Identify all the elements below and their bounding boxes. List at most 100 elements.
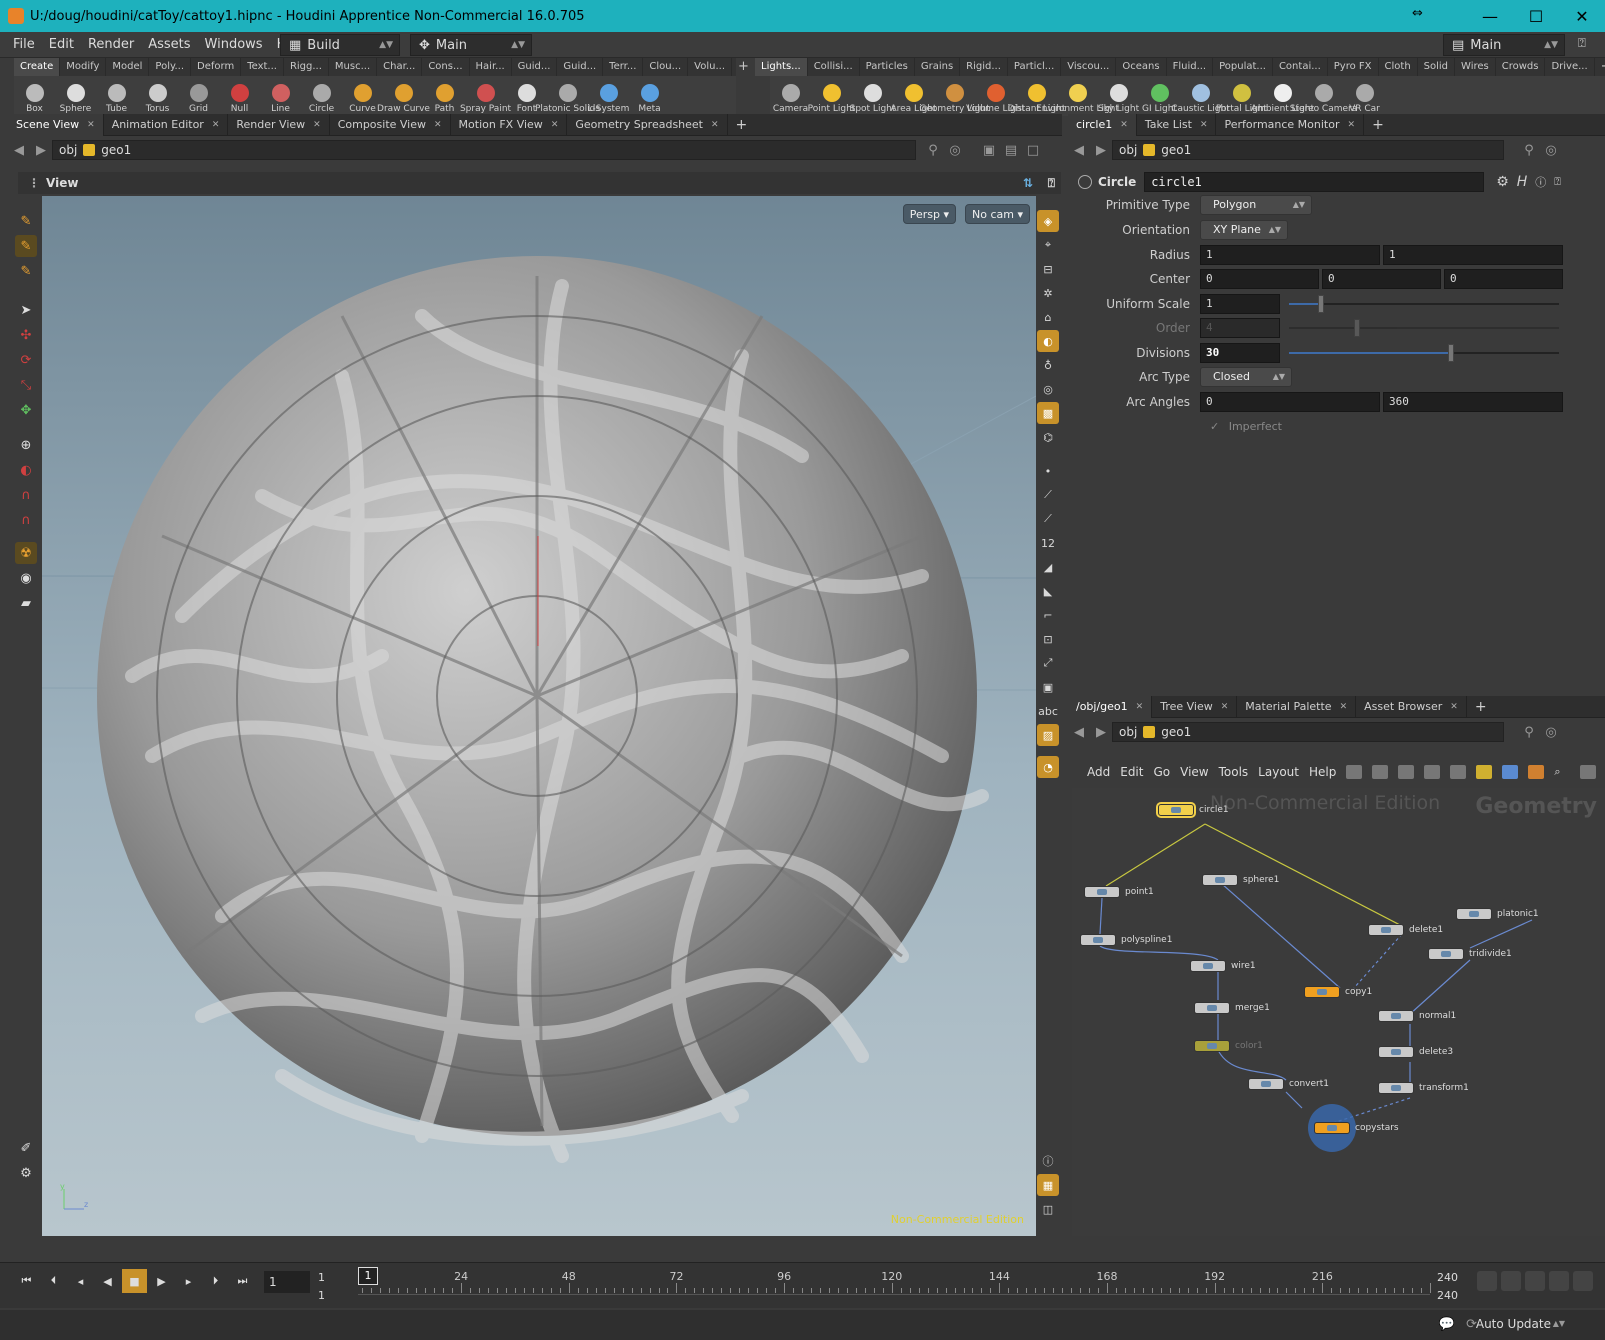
display-options-icon[interactable]: ◈ — [1037, 210, 1059, 232]
grid-view-icon[interactable] — [1398, 765, 1415, 779]
bounding-box-icon[interactable]: ⊡ — [1037, 628, 1059, 650]
close-icon[interactable]: ✕ — [1450, 702, 1458, 712]
playhead[interactable]: 1 — [358, 1267, 378, 1285]
snapshot-icon[interactable]: ◫ — [1037, 1198, 1059, 1220]
node-delete1[interactable]: delete1 — [1368, 924, 1443, 936]
image-icon[interactable]: ▨ — [1037, 724, 1059, 746]
menu-file[interactable]: File — [6, 37, 42, 52]
imperfect-toggle[interactable]: ✓ Imperfect — [1210, 420, 1282, 433]
prev-key-icon[interactable]: ⏴ — [41, 1269, 66, 1293]
search-icon[interactable]: ⌕ — [1554, 765, 1570, 779]
next-key-icon[interactable]: ⏵ — [203, 1269, 228, 1293]
normals-icon[interactable]: ⟋ — [1037, 484, 1059, 506]
net-menu-help[interactable]: Help — [1304, 765, 1341, 779]
tab-material-palette[interactable]: Material Palette ✕ — [1237, 695, 1357, 718]
jump-start-icon[interactable]: ⏮ — [14, 1269, 39, 1293]
shelf-tab-fluid[interactable]: Fluid... — [1167, 58, 1214, 76]
jump-end-icon[interactable]: ⏭ — [230, 1269, 255, 1293]
shelf-tab-terr[interactable]: Terr... — [603, 58, 644, 76]
radius-x-field[interactable]: 1 — [1200, 245, 1380, 265]
breadcrumb-obj[interactable]: obj — [1119, 143, 1137, 157]
shelf-tab-particl[interactable]: Particl... — [1008, 58, 1062, 76]
net-menu-view[interactable]: View — [1175, 765, 1213, 779]
close-icon[interactable]: ✕ — [1221, 702, 1229, 712]
shelf-tab-wires[interactable]: Wires — [1455, 58, 1496, 76]
point-display-icon[interactable]: • — [1037, 460, 1059, 482]
breadcrumb-obj[interactable]: obj — [1119, 725, 1137, 739]
shelf-tab-collisions[interactable]: Collisi... — [808, 58, 860, 76]
node-sphere1[interactable]: sphere1 — [1202, 874, 1279, 886]
close-icon[interactable]: ✕ — [1200, 120, 1208, 130]
shelf-tab-poly[interactable]: Poly... — [149, 58, 192, 76]
palette-icon[interactable] — [1528, 765, 1545, 779]
viewer-layout-icon[interactable]: ▣ — [978, 143, 1000, 158]
shelf-tab-musc[interactable]: Musc... — [329, 58, 378, 76]
primitive-numbers-icon[interactable]: ◢ — [1037, 556, 1059, 578]
play-reverse-icon[interactable]: ◀ — [95, 1269, 120, 1293]
notes-icon[interactable]: ✐ — [15, 1137, 37, 1159]
close-icon[interactable]: ✕ — [551, 120, 559, 130]
back-arrow-icon[interactable]: ◀ — [1068, 143, 1090, 158]
tab-circle1[interactable]: circle1 ✕ — [1068, 113, 1137, 136]
help-icon[interactable]: ⍰ — [1578, 36, 1586, 51]
arc-type-menu[interactable]: Closed ▲▼ — [1200, 367, 1292, 387]
node-normal1[interactable]: normal1 — [1378, 1010, 1456, 1022]
tab-motion-fx-view[interactable]: Motion FX View ✕ — [451, 113, 568, 136]
shelf-tab-guid[interactable]: Guid... — [512, 58, 558, 76]
uniform-scale-slider[interactable] — [1289, 295, 1559, 313]
timeline-ruler[interactable]: 1 24 48 72 96 120 144 168 192 216 — [358, 1267, 1431, 1295]
node-circle1[interactable]: circle1 — [1156, 802, 1229, 818]
paint-select-icon[interactable]: ✎ — [15, 235, 37, 257]
table-view-icon[interactable] — [1424, 765, 1441, 779]
node-delete3[interactable]: delete3 — [1378, 1046, 1453, 1058]
link-icon[interactable]: ◎ — [944, 143, 966, 158]
center-x-field[interactable]: 0 — [1200, 269, 1319, 289]
shelf-tab-guid-2[interactable]: Guid... — [557, 58, 604, 76]
houdini-h-icon[interactable]: H — [1517, 174, 1528, 190]
tool-draw-curve[interactable]: Draw Curve — [377, 76, 430, 116]
list-view-icon[interactable] — [1372, 765, 1389, 779]
pin-icon[interactable]: ⚲ — [1518, 725, 1540, 740]
net-menu-layout[interactable]: Layout — [1253, 765, 1304, 779]
step-back-icon[interactable]: ◂ — [68, 1269, 93, 1293]
divisions-field[interactable]: 30 — [1200, 343, 1280, 363]
tool-sphere[interactable]: Sphere — [55, 76, 96, 116]
primitive-type-menu[interactable]: Polygon ▲▼ — [1200, 195, 1312, 215]
shelf-tab-char[interactable]: Char... — [377, 58, 423, 76]
help-icon[interactable]: ⍰ — [1554, 175, 1561, 189]
background-icon[interactable]: ▩ — [1037, 402, 1059, 424]
tool-point-light[interactable]: Point Light — [808, 76, 855, 116]
pin-icon[interactable]: ⚲ — [1518, 143, 1540, 158]
step-forward-icon[interactable]: ▸ — [176, 1269, 201, 1293]
shelf-tab-solid[interactable]: Solid — [1418, 58, 1456, 76]
breadcrumb[interactable]: obj geo1 — [52, 140, 916, 160]
radius-y-field[interactable]: 1 — [1383, 245, 1563, 265]
close-icon[interactable]: ✕ — [87, 120, 95, 130]
range-end-field[interactable]: 240 — [1437, 1271, 1458, 1284]
shelf-tab-hair[interactable]: Hair... — [470, 58, 512, 76]
auto-update-menu[interactable]: Auto Update — [1476, 1317, 1551, 1331]
tool-torus[interactable]: Torus — [137, 76, 178, 116]
breadcrumb-obj[interactable]: obj — [59, 143, 77, 157]
transform-handles-icon[interactable]: ⤢ — [1037, 652, 1059, 674]
breadcrumb-geo1[interactable]: geo1 — [1161, 725, 1191, 739]
arc-angle-start-field[interactable]: 0 — [1200, 392, 1380, 412]
node-convert1[interactable]: convert1 — [1248, 1078, 1329, 1090]
move-tool-icon[interactable]: ✣ — [15, 324, 37, 346]
breadcrumb[interactable]: obj geo1 — [1112, 140, 1504, 160]
close-button[interactable]: ✕ — [1559, 0, 1605, 32]
render-region-icon[interactable]: ☢ — [15, 542, 37, 564]
tab-animation-editor[interactable]: Animation Editor ✕ — [104, 113, 229, 136]
tab-geometry-spreadsheet[interactable]: Geometry Spreadsheet ✕ — [567, 113, 728, 136]
arc-angle-end-field[interactable]: 360 — [1383, 392, 1563, 412]
node-wire1[interactable]: wire1 — [1190, 960, 1256, 972]
menu-edit[interactable]: Edit — [42, 37, 81, 52]
menu-windows[interactable]: Windows — [198, 37, 270, 52]
key-icon[interactable] — [1477, 1271, 1497, 1291]
chat-icon[interactable]: 💬 — [1439, 1317, 1455, 1332]
uniform-scale-field[interactable]: 1 — [1200, 294, 1280, 314]
forward-arrow-icon[interactable]: ▶ — [1090, 725, 1112, 740]
slider-handle[interactable] — [1448, 344, 1454, 362]
shelf-tab-particles[interactable]: Particles — [860, 58, 915, 76]
close-icon[interactable]: ✕ — [212, 120, 220, 130]
